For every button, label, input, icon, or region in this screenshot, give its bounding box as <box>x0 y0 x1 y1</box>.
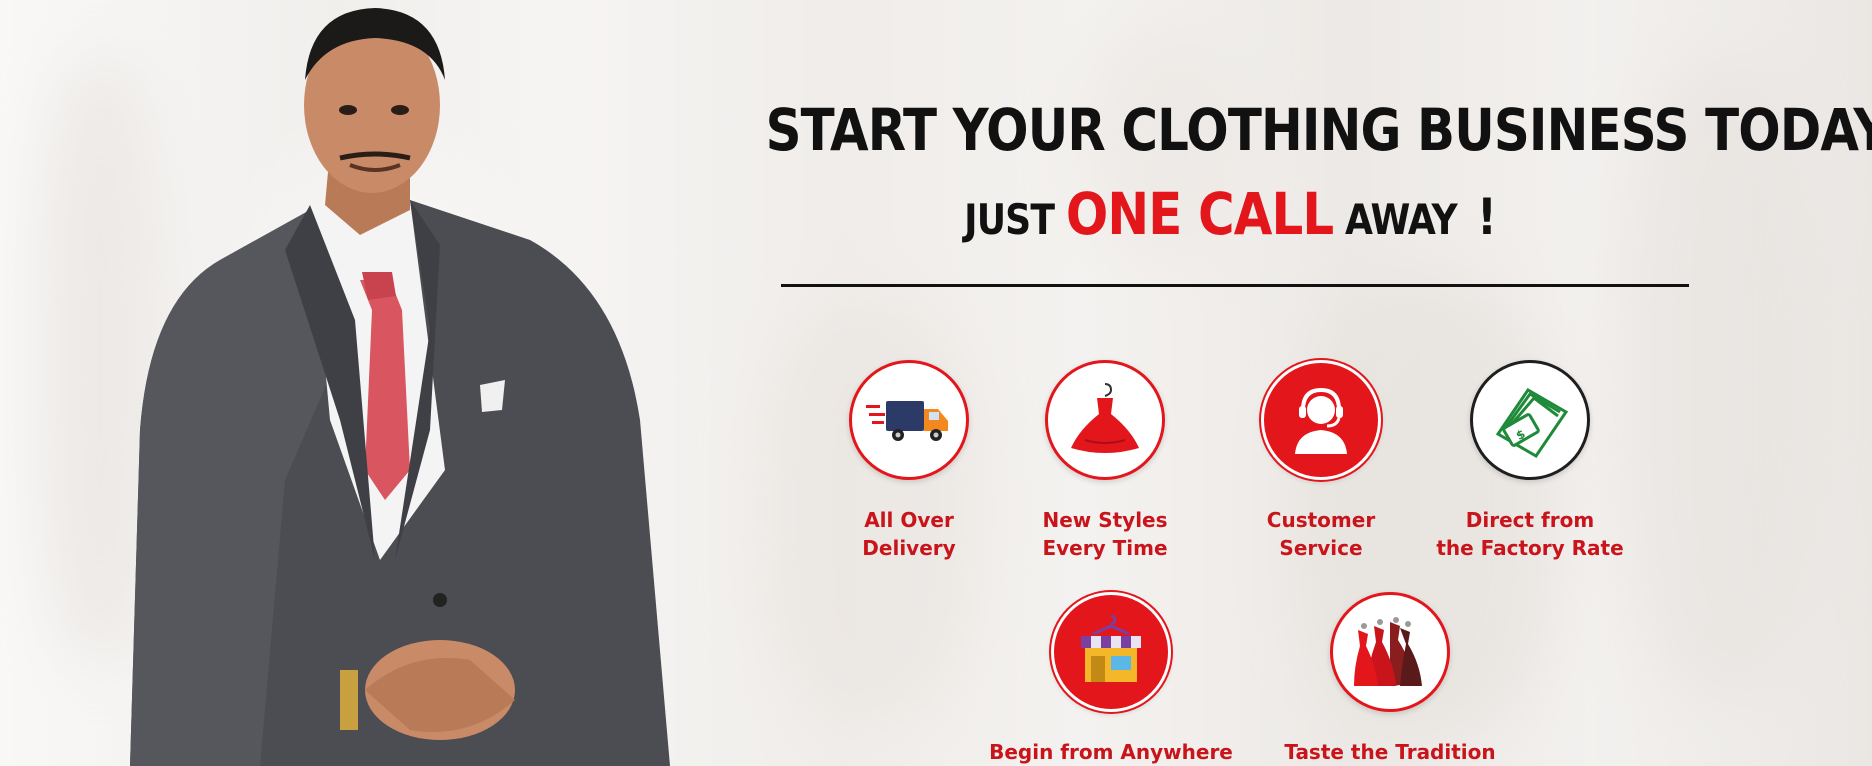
headline: START YOUR CLOTHING BUSINESS TODAY JUST … <box>690 92 1872 250</box>
headline-subtitle: JUST ONE CALL AWAY ! <box>766 184 1695 250</box>
headset-support-icon <box>1295 387 1347 454</box>
dress-on-hanger-icon <box>1071 383 1139 453</box>
feature-icon-circle <box>1261 360 1381 480</box>
feature-icon-circle <box>849 360 969 480</box>
subtitle-just: JUST <box>964 195 1055 244</box>
feature-label: Begin from Anywhere <box>989 740 1233 764</box>
feature-label: Direct from the Factory Rate <box>1436 508 1624 560</box>
feature-label: Taste the Tradition <box>1284 740 1496 764</box>
feature-icon-circle <box>1330 592 1450 712</box>
feature-begin-anywhere: Begin from Anywhere <box>981 592 1241 766</box>
feature-icon-circle <box>1051 592 1171 712</box>
traditional-dresses-icon <box>1354 617 1422 686</box>
subtitle-away: AWAY <box>1345 195 1458 244</box>
feature-icon-circle <box>1045 360 1165 480</box>
storefront-icon <box>1081 614 1141 682</box>
feature-factory-rate: $ Direct from the Factory Rate <box>1400 360 1660 562</box>
money-bills-icon: $ <box>1495 388 1569 458</box>
headline-divider <box>781 284 1689 287</box>
subtitle-one-call: ONE CALL <box>1065 180 1334 248</box>
subtitle-exclamation: ! <box>1477 188 1497 246</box>
feature-taste-tradition: Taste the Tradition <box>1260 592 1520 766</box>
delivery-truck-icon <box>866 401 948 441</box>
headline-title: START YOUR CLOTHING BUSINESS TODAY <box>765 96 1872 164</box>
businessman-photo <box>130 8 670 766</box>
feature-icon-circle: $ <box>1470 360 1590 480</box>
